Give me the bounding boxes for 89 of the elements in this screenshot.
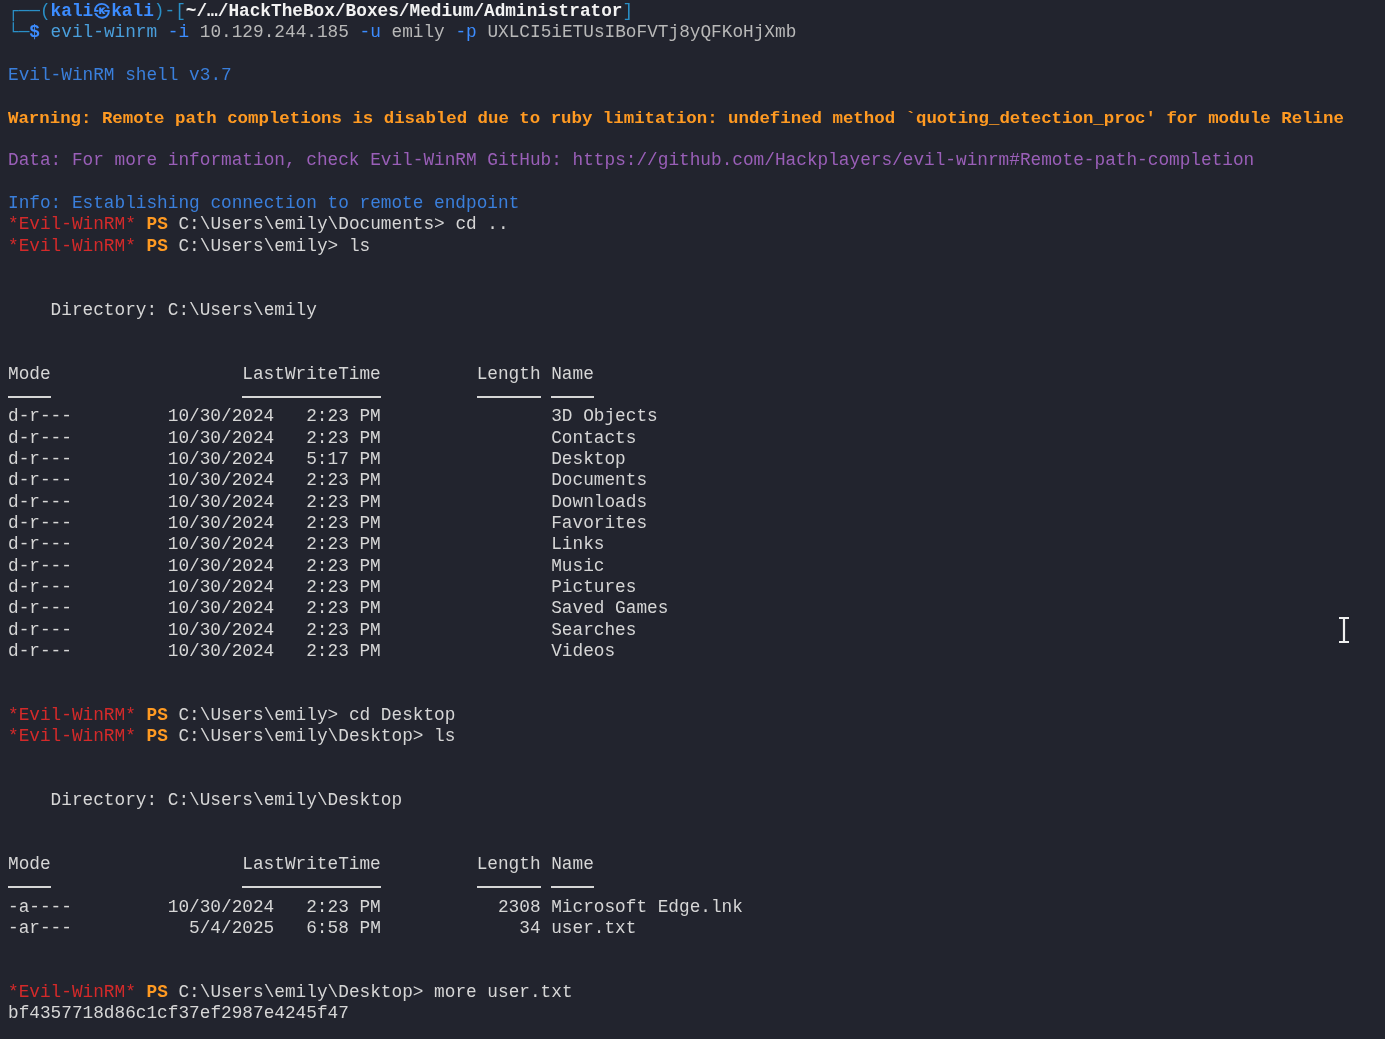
output-text: C:\Users\emily\Documents> cd .. (177, 214, 509, 236)
mode-cell: d-r--- (8, 406, 72, 428)
command-argument: UXLCI5iETUsIBoFVTj8yQFKoHjXmb (486, 22, 797, 44)
name-cell: Documents (551, 470, 648, 492)
mode-cell: d-r--- (8, 534, 72, 556)
text-cursor-icon (1338, 617, 1350, 643)
command-option: -p (444, 22, 477, 44)
name-cell: Pictures (551, 576, 637, 599)
shell-prompt-label: *Evil-WinRM* (8, 982, 136, 1004)
prompt-frame: └─ (8, 22, 30, 44)
output-text: C:\Users\emily> ls (177, 235, 371, 257)
name-cell: Downloads (551, 491, 648, 513)
ps-label: PS (145, 726, 168, 748)
timestamp-cell: 10/30/2024 2:23 PM (167, 619, 381, 641)
shell-prompt-label: *Evil-WinRM* (8, 235, 136, 257)
column-header: Length (476, 854, 541, 876)
name-cell: Microsoft Edge.lnk (551, 896, 743, 919)
output-text: C:\Users\emily\Desktop> ls (177, 726, 456, 748)
timestamp-cell: 10/30/2024 2:23 PM (167, 427, 381, 449)
timestamp-cell: 10/30/2024 2:23 PM (167, 491, 381, 513)
current-path: ~/…/HackTheBox/Boxes/Medium/Administrator (185, 1, 623, 23)
length-cell: 34 (519, 918, 541, 940)
mode-cell: d-r--- (8, 576, 72, 599)
name-cell: user.txt (551, 918, 637, 940)
info-message: Evil-WinRM shell v3.7 (8, 65, 232, 87)
name-cell: Desktop (551, 448, 626, 471)
command-name: evil-winrm (49, 22, 158, 44)
user-host: kali㉿kali (50, 1, 154, 23)
name-cell: Favorites (551, 512, 648, 535)
mode-cell: d-r--- (8, 555, 72, 577)
mode-cell: -a---- (8, 896, 72, 919)
timestamp-cell: 10/30/2024 2:23 PM (167, 534, 381, 556)
column-header: LastWriteTime (242, 854, 381, 876)
timestamp-cell: 10/30/2024 2:23 PM (167, 640, 381, 663)
ps-label: PS (145, 235, 168, 257)
prompt-frame: ┌──( (8, 1, 51, 23)
column-header: LastWriteTime (242, 363, 381, 385)
data-message: Data: For more information, check Evil-WinRM GitHub: https://github.com/Hackplayers/evil-winrm#Remote-path-completion (8, 150, 1255, 172)
column-header: Name (551, 363, 594, 385)
shell-prompt-label: *Evil-WinRM* (8, 726, 136, 748)
output-text: bf4357718d86c1cf37ef2987e4245f47 (8, 1003, 349, 1025)
mode-cell: -ar--- (8, 918, 72, 940)
mode-cell: d-r--- (8, 598, 72, 620)
name-cell: Music (551, 555, 605, 577)
mode-cell: d-r--- (8, 470, 72, 492)
name-cell: Links (551, 534, 605, 556)
output-text: C:\Users\emily> cd Desktop (177, 704, 456, 727)
info-message: Info: Establishing connection to remote endpoint (8, 192, 520, 215)
ps-label: PS (145, 214, 168, 236)
command-option: -i (157, 22, 190, 44)
prompt-symbol: $ (29, 22, 40, 44)
mode-cell: d-r--- (8, 640, 72, 663)
mode-cell: d-r--- (8, 448, 72, 471)
ps-label: PS (145, 704, 168, 727)
length-cell: 2308 (497, 896, 541, 919)
column-header: Length (476, 363, 541, 385)
mode-cell: d-r--- (8, 619, 72, 641)
directory-heading: Directory: C:\Users\emily (50, 299, 317, 321)
column-header: Mode (8, 854, 51, 876)
shell-prompt-label: *Evil-WinRM* (8, 704, 136, 727)
timestamp-cell: 10/30/2024 2:23 PM (167, 555, 381, 577)
name-cell: Contacts (551, 427, 637, 449)
timestamp-cell: 10/30/2024 2:23 PM (167, 470, 381, 492)
mode-cell: d-r--- (8, 491, 72, 513)
ps-label: PS (145, 982, 168, 1004)
prompt-frame: ] (622, 1, 634, 23)
name-cell: 3D Objects (551, 406, 658, 428)
output-text: C:\Users\emily\Desktop> more user.txt (177, 982, 573, 1004)
name-cell: Saved Games (551, 598, 669, 620)
name-cell: Videos (551, 640, 616, 663)
command-argument: emily (390, 22, 445, 44)
timestamp-cell: 10/30/2024 2:23 PM (167, 598, 381, 620)
timestamp-cell: 10/30/2024 2:23 PM (167, 512, 381, 535)
prompt-frame: )-[ (153, 1, 186, 23)
column-header: Mode (8, 363, 51, 385)
command-option: -u (348, 22, 381, 44)
shell-prompt-label: *Evil-WinRM* (8, 214, 136, 236)
mode-cell: d-r--- (8, 512, 72, 535)
command-argument: 10.129.244.185 (198, 22, 349, 44)
timestamp-cell: 10/30/2024 5:17 PM (167, 448, 381, 471)
name-cell: Searches (551, 619, 637, 641)
warning-message: Warning: Remote path completions is disabled due to ruby limitation: undefined method `quoting_detection_proc' for module Reline (8, 107, 1344, 129)
column-header: Name (551, 854, 594, 876)
timestamp-cell: 10/30/2024 2:23 PM (167, 406, 381, 428)
timestamp-cell: 10/30/2024 2:23 PM (167, 576, 381, 599)
mode-cell: d-r--- (8, 427, 72, 449)
directory-heading: Directory: C:\Users\emily\Desktop (50, 790, 403, 812)
timestamp-cell: 5/4/2025 6:58 PM (189, 918, 381, 940)
timestamp-cell: 10/30/2024 2:23 PM (167, 896, 381, 919)
